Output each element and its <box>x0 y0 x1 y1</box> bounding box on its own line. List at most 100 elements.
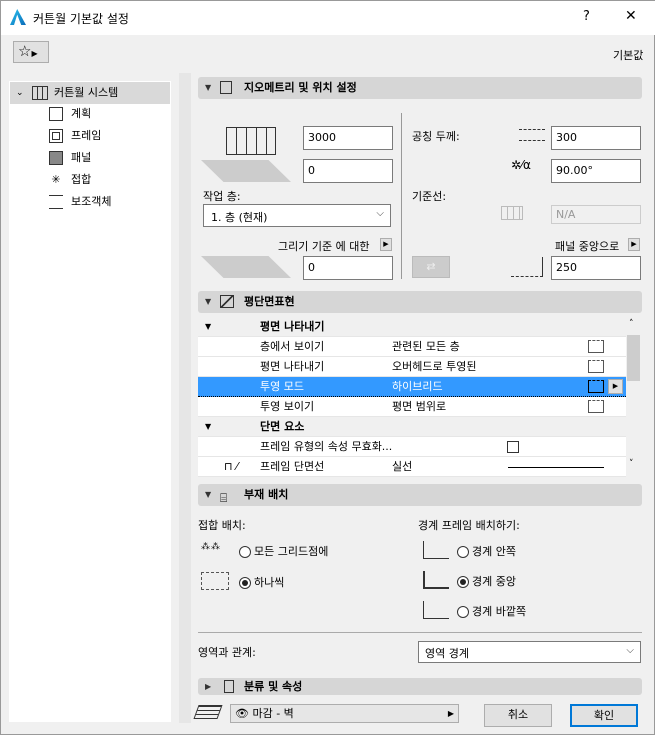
radio-button[interactable] <box>457 576 469 588</box>
star-icon: ☆ <box>18 42 32 60</box>
relative-offset-field[interactable]: 0 <box>303 256 393 280</box>
table-scrollbar[interactable]: ˄ ˅ <box>626 317 641 475</box>
home-story-select[interactable]: 1. 층 (현재) ⌵ <box>203 204 391 227</box>
all-grid-points-icon: ⁂⁂ <box>201 542 221 552</box>
section-classification-header[interactable]: ▶ 분류 및 속성 <box>198 678 642 695</box>
junction-radio-individual[interactable]: 하나씩 <box>239 574 284 590</box>
angle-field[interactable]: 90.00° <box>551 159 641 183</box>
radio-button[interactable] <box>239 577 251 589</box>
height-diagram-icon <box>226 127 276 155</box>
angle-icon: ✲⁄α <box>511 158 531 172</box>
geometry-icon <box>220 81 232 94</box>
reference-line-label: 기준선: <box>412 190 447 203</box>
zone-relation-label: 영역과 관계: <box>198 646 256 659</box>
tree-item-junction[interactable]: ✳ 접합 <box>49 169 91 191</box>
relative-to-menu-button[interactable]: ▶ <box>380 238 392 251</box>
boundary-radio-center[interactable]: 경계 중앙 <box>457 573 516 589</box>
table-row[interactable]: 프레임 유형의 속성 무효화... <box>198 437 626 457</box>
row-value: 하이브리드 <box>392 380 443 393</box>
collapse-triangle-icon: ▼ <box>205 83 212 92</box>
settings-tree: ⌄ 커튼월 시스템 계획 프레임 패널 ✳ 접합 보조객체 <box>9 81 171 722</box>
radio-button[interactable] <box>457 546 469 558</box>
junction-icon: ✳ <box>51 173 61 186</box>
tree-root-curtain-wall-system[interactable]: ⌄ 커튼월 시스템 <box>10 82 170 104</box>
scroll-down-icon[interactable]: ˅ <box>629 459 634 469</box>
tree-item-accessory[interactable]: 보조객체 <box>49 191 111 213</box>
height-field[interactable]: 3000 <box>303 126 393 150</box>
row-value: 관련된 모든 층 <box>392 340 460 353</box>
caret-right-icon: ▶ <box>447 709 454 718</box>
tree-item-panel[interactable]: 패널 <box>49 147 91 169</box>
home-story-value: 1. 층 (현재) <box>211 211 268 224</box>
radio-button[interactable] <box>457 606 469 618</box>
close-button[interactable]: ✕ <box>625 8 637 24</box>
divider <box>198 632 642 633</box>
zone-relation-select[interactable]: 영역 경계 ⌵ <box>418 641 641 663</box>
window-title: 커튼월 기본값 설정 <box>33 12 129 26</box>
tree-item-label: 프레임 <box>71 129 102 142</box>
curtain-wall-icon <box>32 86 48 100</box>
table-row[interactable]: 층에서 보이기 관련된 모든 층 <box>198 337 626 357</box>
table-group-row[interactable]: ▼ 평면 나타내기 <box>198 317 626 337</box>
panel-offset-icon <box>511 257 543 277</box>
section-plan-header[interactable]: ▼ 평단면표현 <box>198 291 642 313</box>
defaults-label: 기본값 <box>613 49 644 62</box>
caret-right-icon: ▶ <box>31 49 38 58</box>
boundary-frame-label: 경계 프레임 배치하기: <box>418 519 520 532</box>
collapse-triangle-icon: ▼ <box>205 322 212 331</box>
floor-plane-icon <box>201 160 291 182</box>
radio-label: 경계 바깥쪽 <box>472 605 527 618</box>
flip-button[interactable]: ⇄ <box>412 256 450 278</box>
thickness-icon <box>519 129 545 141</box>
boundary-inside-icon <box>423 541 449 559</box>
section-placement-header[interactable]: ▼ ⌸ 부재 배치 <box>198 484 642 506</box>
scroll-up-icon[interactable]: ˄ <box>629 319 634 329</box>
chevron-down-icon: ⌵ <box>376 208 384 219</box>
radio-button[interactable] <box>239 546 251 558</box>
boundary-radio-inside[interactable]: 경계 안쪽 <box>457 543 516 559</box>
table-group-row[interactable]: ▼ 단면 요소 <box>198 417 626 437</box>
member-placement-icon: ⌸ <box>220 491 228 505</box>
table-row[interactable]: 투영 보이기 평면 범위로 <box>198 397 626 417</box>
eye-icon: 👁 <box>235 707 249 720</box>
override-checkbox[interactable] <box>507 441 519 453</box>
favorites-button[interactable]: ☆▶ <box>13 41 49 63</box>
expand-triangle-icon: ▶ <box>205 682 212 691</box>
table-row[interactable]: 투영 모드 하이브리드 ▶ <box>198 377 626 397</box>
help-button[interactable]: ? <box>583 9 590 24</box>
section-title: 분류 및 속성 <box>244 680 303 693</box>
zone-relation-value: 영역 경계 <box>425 647 469 660</box>
tree-root-label: 커튼월 시스템 <box>54 86 119 99</box>
table-row[interactable]: 평면 나타내기 오버헤드로 투영된 <box>198 357 626 377</box>
radio-label: 모든 그리드점에 <box>254 545 329 558</box>
boundary-radio-outside[interactable]: 경계 바깥쪽 <box>457 603 526 619</box>
layer-select[interactable]: 👁 마감 - 벽 ▶ <box>230 704 459 723</box>
cancel-button[interactable]: 취소 <box>484 704 552 727</box>
tree-item-scheme[interactable]: 계획 <box>49 103 91 125</box>
tree-item-frame[interactable]: 프레임 <box>49 125 101 147</box>
panel-scroll-gutter[interactable] <box>179 73 191 723</box>
floor-plane-icon <box>201 256 291 278</box>
reference-line-field: N/A <box>551 205 641 224</box>
tree-item-label: 보조객체 <box>71 195 112 208</box>
individual-junction-icon <box>201 572 229 590</box>
panel-center-label: 패널 중앙으로 <box>555 240 620 253</box>
scroll-thumb[interactable] <box>627 335 640 381</box>
section-title: 지오메트리 및 위치 설정 <box>244 81 357 94</box>
app-logo-icon <box>10 9 26 25</box>
section-title: 부재 배치 <box>244 488 289 501</box>
offset-field[interactable]: 0 <box>303 159 393 183</box>
junction-radio-all[interactable]: 모든 그리드점에 <box>239 543 328 559</box>
home-story-label: 작업 층: <box>203 190 241 203</box>
panel-center-menu-button[interactable]: ▶ <box>628 238 640 251</box>
thickness-field[interactable]: 300 <box>551 126 641 150</box>
tree-item-label: 접합 <box>71 173 92 186</box>
section-geometry-header[interactable]: ▼ 지오메트리 및 위치 설정 <box>198 77 642 99</box>
plan-section-icon <box>220 295 234 308</box>
chevron-down-icon: ⌄ <box>16 88 24 98</box>
table-row[interactable]: 프레임 단면선 실선 ⊓ ⁄ <box>198 457 626 477</box>
row-menu-button[interactable]: ▶ <box>608 379 623 394</box>
radio-label: 경계 안쪽 <box>472 545 516 558</box>
panel-offset-field[interactable]: 250 <box>551 256 641 280</box>
ok-button[interactable]: 확인 <box>570 704 638 727</box>
